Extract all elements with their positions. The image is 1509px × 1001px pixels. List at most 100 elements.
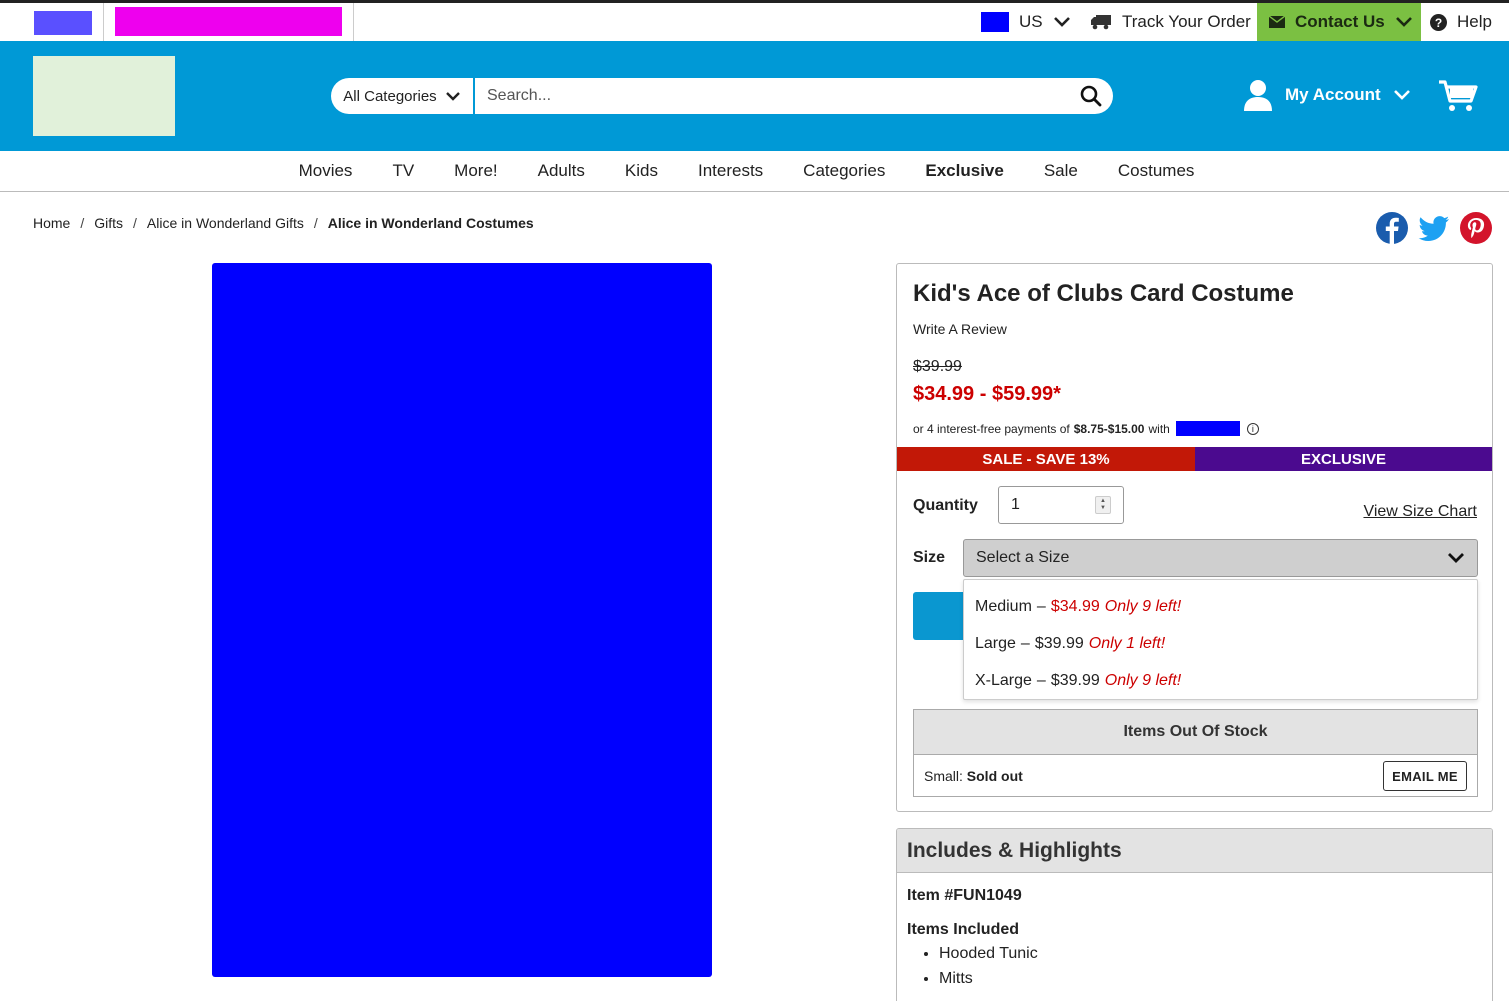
out-of-stock-row: Small: Sold out EMAIL ME [914, 755, 1477, 797]
product-panel: Kid's Ace of Clubs Card Costume Write A … [896, 263, 1493, 812]
facebook-icon[interactable] [1376, 212, 1408, 244]
brand-logo-tab-2[interactable] [104, 3, 354, 41]
installment-info: or 4 interest-free payments of $8.75-$15… [913, 421, 1259, 436]
nav-item-exclusive[interactable]: Exclusive [925, 161, 1003, 181]
out-of-stock-title: Items Out Of Stock [914, 710, 1477, 755]
email-me-button[interactable]: EMAIL ME [1383, 761, 1467, 791]
nav-item-sale[interactable]: Sale [1044, 161, 1078, 181]
region-selector[interactable]: US [981, 11, 1071, 33]
track-order-label: Track Your Order [1122, 12, 1251, 31]
size-label: Size [913, 549, 946, 566]
breadcrumb: Home / Gifts / Alice in Wonderland Gifts… [33, 215, 534, 231]
search-input[interactable] [475, 78, 1069, 114]
quantity-stepper[interactable]: 1 ▲ ▼ [998, 486, 1124, 524]
main-navigation: Movies TV More! Adults Kids Interests Ca… [0, 151, 1509, 192]
size-option-name: Medium [975, 597, 1032, 615]
sold-out-status: Sold out [966, 768, 1023, 784]
size-option-price: $34.99 [1050, 597, 1100, 615]
nav-item-categories[interactable]: Categories [803, 161, 885, 181]
nav-item-more[interactable]: More! [454, 161, 497, 181]
cart-button[interactable] [1438, 79, 1478, 118]
exclusive-badge: EXCLUSIVE [1195, 447, 1492, 471]
product-image[interactable] [212, 263, 712, 977]
nav-item-costumes[interactable]: Costumes [1118, 161, 1195, 181]
quantity-spin-icon[interactable]: ▲ ▼ [1095, 496, 1111, 514]
size-option-stock: Only 9 left! [1104, 597, 1182, 615]
pinterest-icon[interactable] [1460, 212, 1492, 244]
chevron-down-icon [1053, 17, 1070, 27]
us-flag-icon [981, 12, 1009, 32]
search-bar: All Categories [331, 78, 1113, 114]
breadcrumb-alice-gifts[interactable]: Alice in Wonderland Gifts [147, 215, 304, 231]
product-title: Kid's Ace of Clubs Card Costume [913, 280, 1294, 307]
site-logo[interactable] [33, 56, 175, 136]
quantity-label: Quantity [913, 497, 978, 514]
brand-logo-tab-1[interactable] [0, 3, 104, 41]
size-option-stock: Only 1 left! [1088, 634, 1166, 652]
help-icon: ? [1430, 13, 1447, 31]
my-account-label: My Account [1285, 85, 1381, 104]
nav-item-adults[interactable]: Adults [538, 161, 585, 181]
breadcrumb-home[interactable]: Home [33, 215, 70, 231]
brand-logo-1 [34, 11, 92, 35]
quantity-value: 1 [1011, 496, 1020, 513]
category-select-label: All Categories [343, 87, 437, 105]
includes-highlights-panel: Includes & Highlights Item #FUN1049 Item… [896, 828, 1493, 1001]
size-option-stock: Only 9 left! [1104, 671, 1182, 689]
out-of-stock-size: Small: Sold out [924, 768, 1023, 784]
size-option-name: Large [975, 634, 1016, 652]
nav-item-tv[interactable]: TV [392, 161, 414, 181]
search-icon [1080, 85, 1102, 107]
payment-provider-logo [1175, 421, 1240, 436]
list-item: Hooded Tunic [939, 943, 1038, 968]
size-select[interactable]: Select a Size [963, 539, 1478, 577]
social-share [1376, 212, 1492, 244]
view-size-chart-link[interactable]: View Size Chart [1363, 503, 1477, 521]
chevron-down-icon [1393, 90, 1410, 100]
installment-amount: $8.75-$15.00 [1073, 421, 1145, 436]
breadcrumb-separator: / [80, 215, 85, 231]
svg-text:?: ? [1435, 16, 1442, 30]
track-order-link[interactable]: Track Your Order [1090, 12, 1251, 32]
my-account-menu[interactable]: My Account [1243, 79, 1411, 111]
nav-item-kids[interactable]: Kids [625, 161, 658, 181]
includes-title: Includes & Highlights [897, 829, 1492, 873]
breadcrumb-current: Alice in Wonderland Costumes [327, 215, 534, 231]
size-select-value: Select a Size [976, 549, 1070, 566]
breadcrumb-gifts[interactable]: Gifts [94, 215, 123, 231]
size-option-name: X-Large [975, 671, 1032, 689]
list-item: Mitts [939, 968, 1038, 993]
size-dropdown: Medium – $34.99 Only 9 left! Large – $39.9… [963, 579, 1478, 700]
size-option-large[interactable]: Large – $39.99 Only 1 left! [964, 625, 1477, 662]
top-bar: US Track Your Order Contact Us ? Help [0, 0, 1509, 41]
item-number: Item #FUN1049 [907, 887, 1022, 904]
user-icon [1244, 80, 1272, 111]
chevron-down-icon [445, 92, 460, 101]
search-button[interactable] [1069, 78, 1113, 114]
category-select[interactable]: All Categories [331, 78, 475, 114]
nav-item-movies[interactable]: Movies [299, 161, 353, 181]
items-included-label: Items Included [907, 921, 1020, 938]
out-of-stock-box: Items Out Of Stock Small: Sold out EMAIL… [913, 709, 1478, 797]
size-option-medium[interactable]: Medium – $34.99 Only 9 left! [964, 588, 1477, 625]
size-option-x-large[interactable]: X-Large – $39.99 Only 9 left! [964, 662, 1477, 699]
help-label: Help [1457, 12, 1492, 31]
breadcrumb-separator: / [313, 215, 318, 231]
write-review-link[interactable]: Write A Review [913, 321, 1007, 337]
twitter-icon[interactable] [1418, 212, 1450, 244]
help-link[interactable]: ? Help [1430, 12, 1492, 32]
contact-us-button[interactable]: Contact Us [1257, 3, 1421, 41]
installment-with: with [1148, 421, 1170, 436]
chevron-down-icon [1448, 553, 1464, 563]
nav-item-interests[interactable]: Interests [698, 161, 763, 181]
contact-us-label: Contact Us [1295, 12, 1385, 31]
original-price: $39.99 [913, 358, 962, 375]
installment-prefix: or 4 interest-free payments of [913, 421, 1070, 436]
sale-badge: SALE - SAVE 13% [897, 447, 1195, 471]
size-option-price: $39.99 [1050, 671, 1100, 689]
cart-icon [1439, 80, 1478, 111]
sale-price: $34.99 - $59.99* [913, 383, 1061, 405]
items-included-list: Hooded Tunic Mitts [939, 943, 1038, 993]
product-ribbon: SALE - SAVE 13% EXCLUSIVE [897, 447, 1492, 471]
info-icon[interactable]: i [1246, 422, 1259, 435]
